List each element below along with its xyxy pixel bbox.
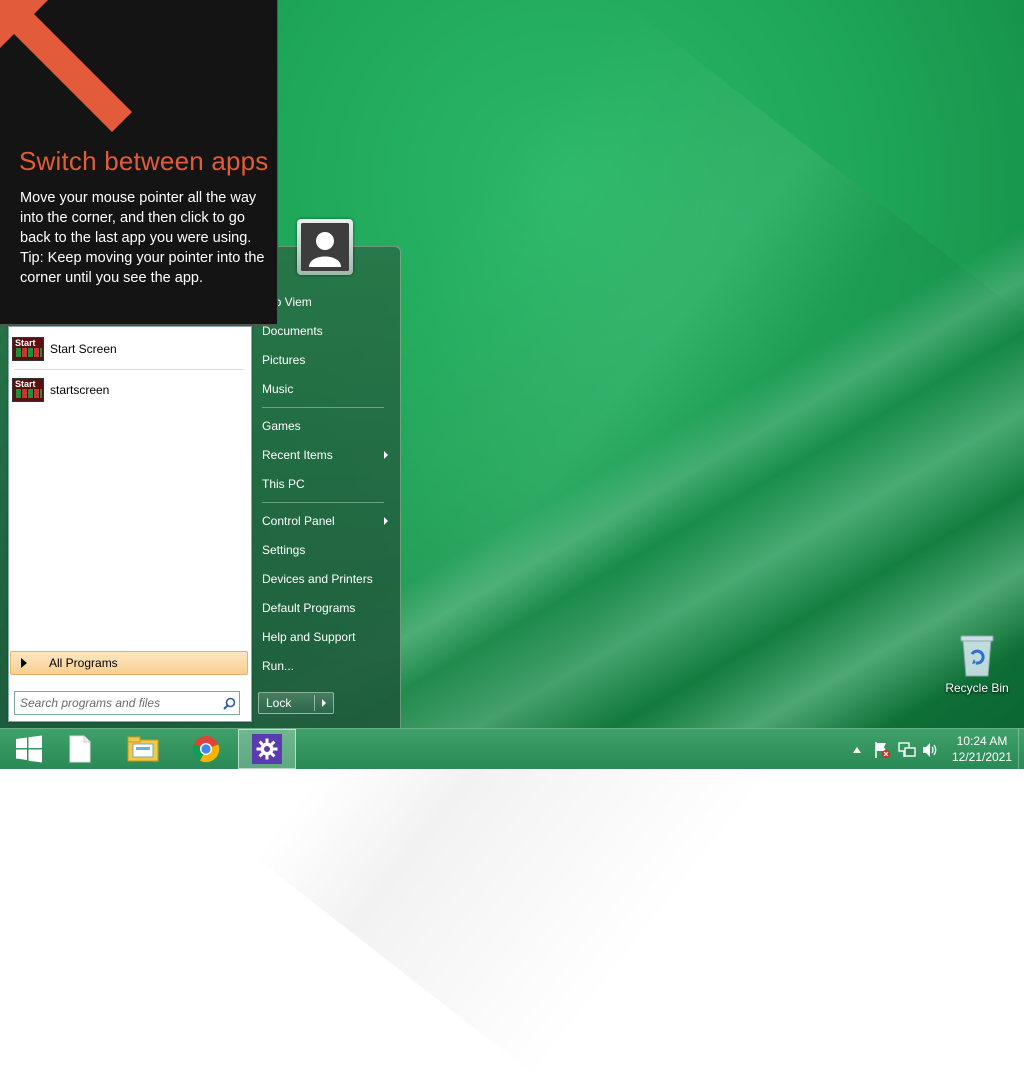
user-avatar[interactable]: [297, 219, 353, 275]
start-item-devices-and-printers[interactable]: Devices and Printers: [262, 567, 390, 591]
volume-icon[interactable]: [921, 741, 939, 759]
start-item-label: Games: [262, 419, 301, 433]
right-pane-separator: [262, 502, 384, 503]
chevron-right-icon: [384, 517, 388, 525]
start-item-music[interactable]: Music: [262, 377, 390, 401]
program-start-screen[interactable]: Start Start Screen: [12, 336, 117, 362]
start-item-label: Control Panel: [262, 514, 335, 528]
recycle-bin-shortcut[interactable]: Recycle Bin: [942, 632, 1012, 695]
search-icon[interactable]: [219, 693, 239, 713]
clock[interactable]: 10:24 AM 12/21/2021: [948, 733, 1016, 765]
search-input[interactable]: [15, 692, 219, 714]
clock-date: 12/21/2021: [951, 750, 1013, 764]
chevron-right-icon: [384, 451, 388, 459]
recycle-bin-label: Recycle Bin: [945, 681, 1009, 695]
start-item-pictures[interactable]: Pictures: [262, 348, 390, 372]
all-programs-label: All Programs: [49, 656, 118, 670]
program-startscreen[interactable]: Start startscreen: [12, 377, 109, 403]
taskbar: 10:24 AM 12/21/2021: [0, 728, 1024, 769]
program-list-separator: [14, 369, 244, 370]
action-center-flag-icon[interactable]: [873, 741, 891, 759]
hot-corner-tip: Switch between apps Move your mouse poin…: [0, 0, 278, 325]
gear-icon: [256, 738, 278, 760]
all-programs-button[interactable]: All Programs: [10, 651, 248, 675]
search-box[interactable]: [14, 691, 240, 715]
start-item-this-pc[interactable]: This PC: [262, 472, 390, 496]
recycle-bin-icon: [960, 635, 994, 677]
file-explorer-icon: [127, 736, 159, 762]
lock-divider: [314, 695, 315, 711]
program-label: Start Screen: [50, 342, 117, 356]
start-item-label: Settings: [262, 543, 306, 557]
power-options-arrow-icon[interactable]: [322, 699, 326, 707]
windows-logo-icon: [16, 735, 42, 763]
lock-button[interactable]: Lock: [258, 692, 334, 714]
start-item-documents[interactable]: Documents: [262, 319, 390, 343]
arrow-up-left-icon: [0, 0, 132, 132]
document-icon: [69, 735, 91, 763]
start-item-control-panel[interactable]: Control Panel: [262, 509, 390, 533]
show-desktop-button[interactable]: [1018, 729, 1024, 769]
taskbar-settings-button[interactable]: [238, 729, 296, 769]
start-item-games[interactable]: Games: [262, 414, 390, 438]
start-item-label: This PC: [262, 477, 305, 491]
taskbar-file-explorer-button[interactable]: [114, 729, 172, 769]
user-silhouette-icon: [301, 223, 349, 271]
chrome-icon: [192, 736, 220, 763]
start-button[interactable]: [0, 729, 58, 769]
taskbar-chrome-button[interactable]: [177, 729, 235, 769]
start-item-default-programs[interactable]: Default Programs: [262, 596, 390, 620]
clock-time: 10:24 AM: [956, 734, 1008, 748]
start-item-user-folder[interactable]: Jub Viem: [262, 290, 390, 314]
program-label: startscreen: [50, 383, 110, 397]
start-item-label: Music: [262, 382, 294, 396]
start-item-run[interactable]: Run...: [262, 654, 390, 678]
start-item-help-and-support[interactable]: Help and Support: [262, 625, 390, 649]
show-hidden-icons-icon[interactable]: [852, 746, 862, 754]
network-icon[interactable]: [898, 741, 916, 759]
tip-body: Move your mouse pointer all the way into…: [20, 190, 265, 286]
start-screen-icon: Start: [12, 337, 44, 361]
start-item-label: Documents: [262, 324, 323, 338]
start-item-label: Devices and Printers: [262, 572, 373, 586]
lock-label: Lock: [266, 696, 292, 710]
right-pane-separator: [262, 407, 384, 408]
chevron-right-icon: [21, 658, 27, 668]
start-item-recent-items[interactable]: Recent Items: [262, 443, 390, 467]
startscreen-icon: Start: [12, 378, 44, 402]
start-item-label: Default Programs: [262, 601, 356, 615]
taskbar-document-button[interactable]: [51, 729, 109, 769]
start-item-label: Run...: [262, 659, 295, 673]
start-item-label: Recent Items: [262, 448, 333, 462]
start-item-settings[interactable]: Settings: [262, 538, 390, 562]
start-item-label: Pictures: [262, 353, 306, 367]
start-item-label: Help and Support: [262, 630, 356, 644]
tip-title: Switch between apps: [19, 146, 269, 176]
